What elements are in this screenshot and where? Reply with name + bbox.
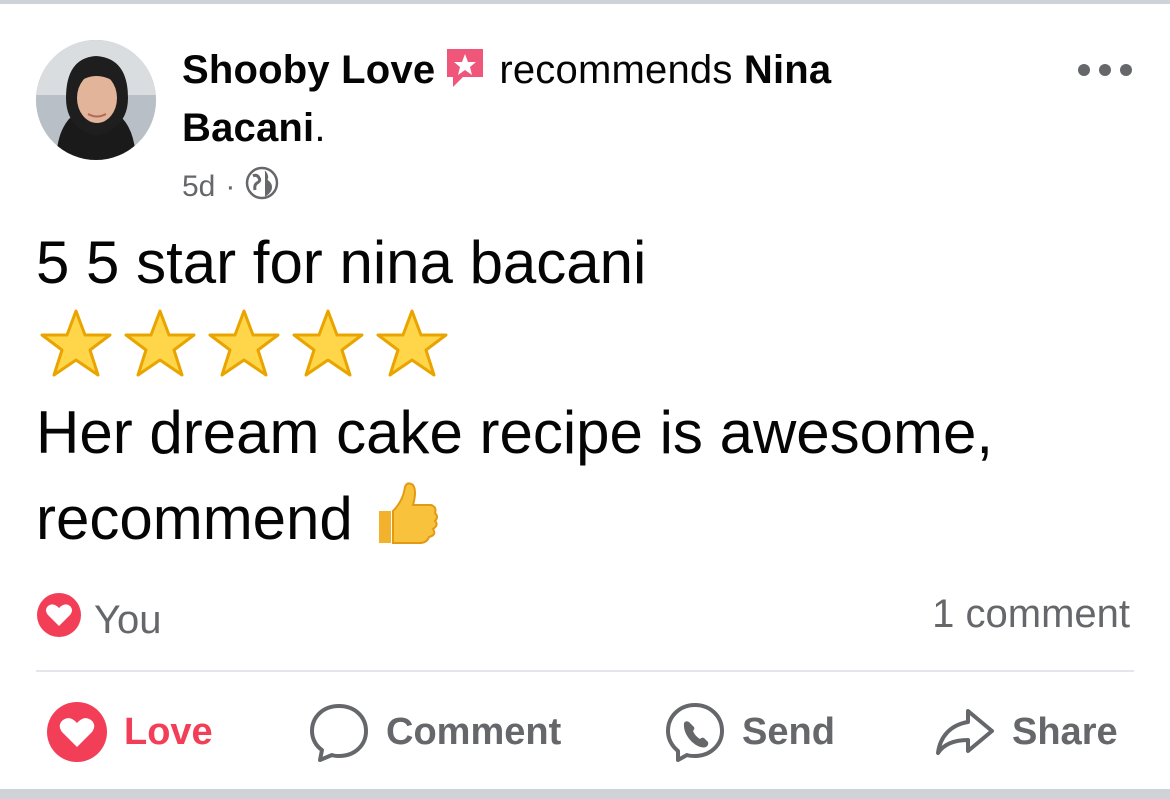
top-divider: [0, 0, 1170, 4]
avatar[interactable]: [36, 40, 156, 160]
recommends-text: recommends: [499, 48, 733, 92]
share-arrow-icon: [934, 701, 996, 763]
comments-count[interactable]: 1 comment: [932, 592, 1130, 637]
send-label: Send: [742, 710, 835, 753]
action-bar: Love Comment Send Share: [0, 700, 1170, 764]
messenger-icon: [664, 701, 726, 763]
page-name[interactable]: Nina: [744, 48, 831, 92]
love-label: Love: [124, 710, 213, 753]
more-dot-icon: [1099, 64, 1111, 76]
star-badge-icon: [443, 45, 487, 102]
period: .: [314, 106, 326, 150]
bottom-divider: [0, 789, 1170, 799]
timestamp[interactable]: 5d: [182, 170, 215, 204]
star-rating: [36, 305, 452, 381]
post-text-word: recommend: [36, 485, 353, 552]
star-icon: [292, 309, 364, 377]
more-dot-icon: [1120, 64, 1132, 76]
post-text-line-last: recommend: [36, 476, 1136, 572]
post-body-cont: Her dream cake recipe is awesome, recomm…: [36, 390, 1136, 572]
star-icon: [376, 309, 448, 377]
love-reaction-icon: [36, 592, 82, 648]
reaction-summary[interactable]: You: [36, 592, 162, 648]
share-label: Share: [1012, 710, 1118, 753]
page-name-cont[interactable]: Bacani: [182, 106, 314, 150]
comment-button[interactable]: Comment: [308, 700, 561, 764]
heart-icon: [46, 701, 108, 763]
star-icon: [124, 309, 196, 377]
post-body: 5 5 star for nina bacani: [36, 220, 1136, 306]
post-text-line: 5 5 star for nina bacani: [36, 229, 647, 296]
meta-separator: ·: [225, 170, 236, 203]
comment-label: Comment: [386, 710, 562, 753]
thumbs-up-icon: [369, 477, 441, 572]
actions-divider: [36, 670, 1134, 672]
more-dot-icon: [1078, 64, 1090, 76]
share-button[interactable]: Share: [934, 700, 1118, 764]
reaction-names: You: [94, 597, 162, 642]
post-text-line: Her dream cake recipe is awesome,: [36, 399, 994, 466]
post-meta: 5d ·: [182, 166, 279, 208]
comment-bubble-icon: [308, 701, 370, 763]
post-header: Shooby Love recommends Nina Bacani.: [182, 44, 982, 154]
author-name[interactable]: Shooby Love: [182, 48, 435, 92]
globe-icon: [245, 166, 279, 208]
star-icon: [40, 309, 112, 377]
star-icon: [208, 309, 280, 377]
more-options-button[interactable]: [1078, 58, 1132, 82]
send-button[interactable]: Send: [664, 700, 835, 764]
love-button[interactable]: Love: [46, 700, 213, 764]
